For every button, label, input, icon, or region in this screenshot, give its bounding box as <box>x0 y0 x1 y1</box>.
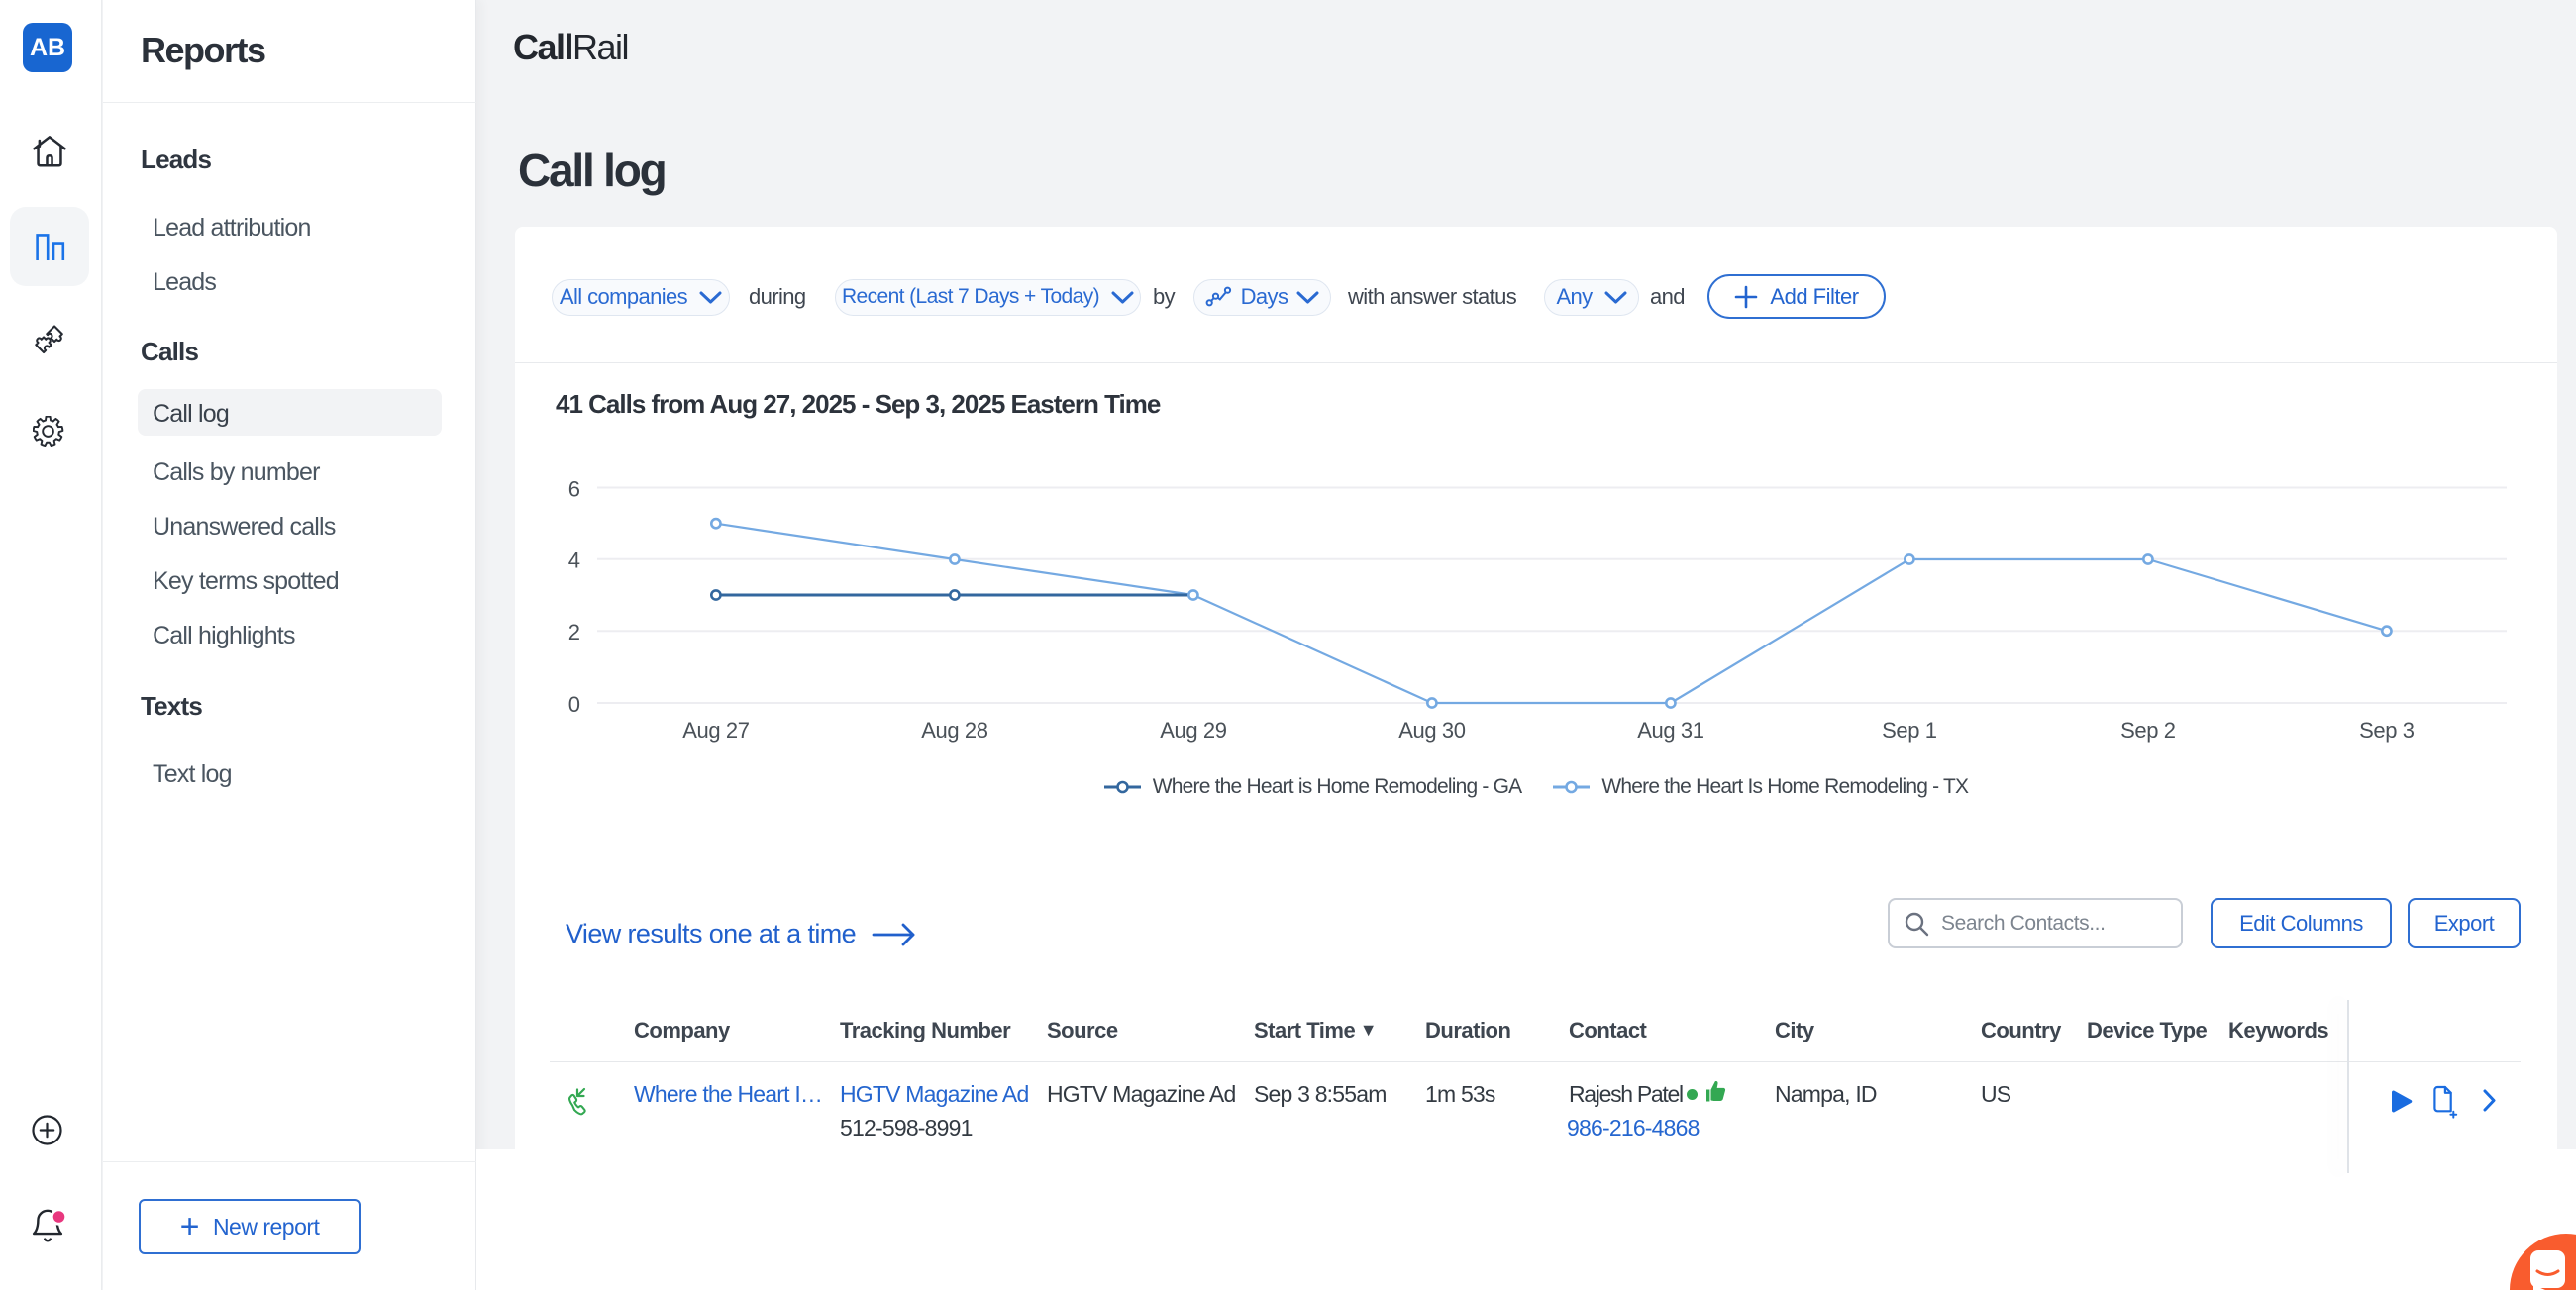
svg-text:Sep 2: Sep 2 <box>2120 718 2176 743</box>
svg-text:2: 2 <box>568 620 580 645</box>
svg-text:6: 6 <box>568 477 580 502</box>
svg-text:Aug 30: Aug 30 <box>1398 718 1465 743</box>
svg-text:4: 4 <box>568 548 580 573</box>
svg-text:Aug 27: Aug 27 <box>682 718 749 743</box>
svg-text:Sep 3: Sep 3 <box>2359 718 2415 743</box>
svg-text:0: 0 <box>568 692 580 717</box>
svg-text:Aug 29: Aug 29 <box>1160 718 1226 743</box>
svg-text:Aug 31: Aug 31 <box>1637 718 1703 743</box>
svg-text:Sep 1: Sep 1 <box>1882 718 1937 743</box>
svg-text:Aug 28: Aug 28 <box>921 718 987 743</box>
